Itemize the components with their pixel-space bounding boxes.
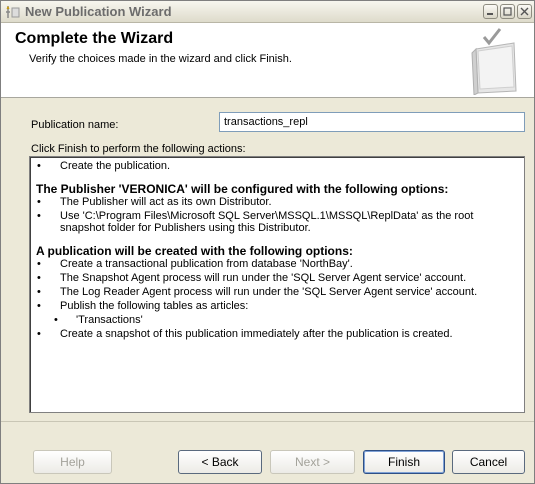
list-item: Create a transactional publication from … [36, 258, 518, 270]
cancel-button[interactable]: Cancel [452, 450, 525, 474]
list-item: The Log Reader Agent process will run un… [36, 286, 518, 298]
section-heading: A publication will be created with the f… [36, 244, 353, 258]
list-item: The Snapshot Agent process will run unde… [36, 272, 518, 284]
section-heading: The Publisher 'VERONICA' will be configu… [36, 182, 449, 196]
publication-name-label: Publication name: [31, 119, 119, 131]
wizard-app-icon [6, 5, 20, 18]
maximize-button[interactable] [500, 4, 515, 19]
wizard-footer: Help < Back Next > Finish Cancel [1, 421, 534, 483]
page-subtitle: Verify the choices made in the wizard an… [29, 53, 292, 65]
list-item: Create the publication. [36, 160, 518, 172]
maximize-icon [503, 7, 512, 16]
page-title: Complete the Wizard [15, 30, 174, 47]
book-checkmark-icon [471, 28, 517, 95]
list-item: The Publisher will act as its own Distri… [36, 196, 518, 208]
wizard-header: Complete the Wizard Verify the choices m… [1, 23, 534, 98]
finish-button[interactable]: Finish [363, 450, 445, 474]
publication-name-field[interactable] [219, 112, 525, 132]
close-button[interactable] [517, 4, 532, 19]
actions-summary-box[interactable]: Create the publication. The Publisher 'V… [29, 156, 525, 413]
list-item: Use 'C:\Program Files\Microsoft SQL Serv… [36, 210, 518, 234]
help-button[interactable]: Help [33, 450, 112, 474]
list-item: 'Transactions' [36, 314, 518, 326]
wizard-content: Publication name: Click Finish to perfor… [1, 99, 534, 421]
back-button[interactable]: < Back [178, 450, 262, 474]
actions-label: Click Finish to perform the following ac… [31, 143, 246, 155]
title-bar[interactable]: New Publication Wizard [1, 1, 534, 23]
minimize-button[interactable] [483, 4, 498, 19]
window-title: New Publication Wizard [25, 4, 172, 19]
close-icon [520, 7, 529, 16]
wizard-window: New Publication Wizard Complete the Wiza… [0, 0, 535, 484]
next-button[interactable]: Next > [270, 450, 355, 474]
list-item: Create a snapshot of this publication im… [36, 328, 518, 340]
list-item: Publish the following tables as articles… [36, 300, 518, 312]
minimize-icon [487, 13, 493, 15]
